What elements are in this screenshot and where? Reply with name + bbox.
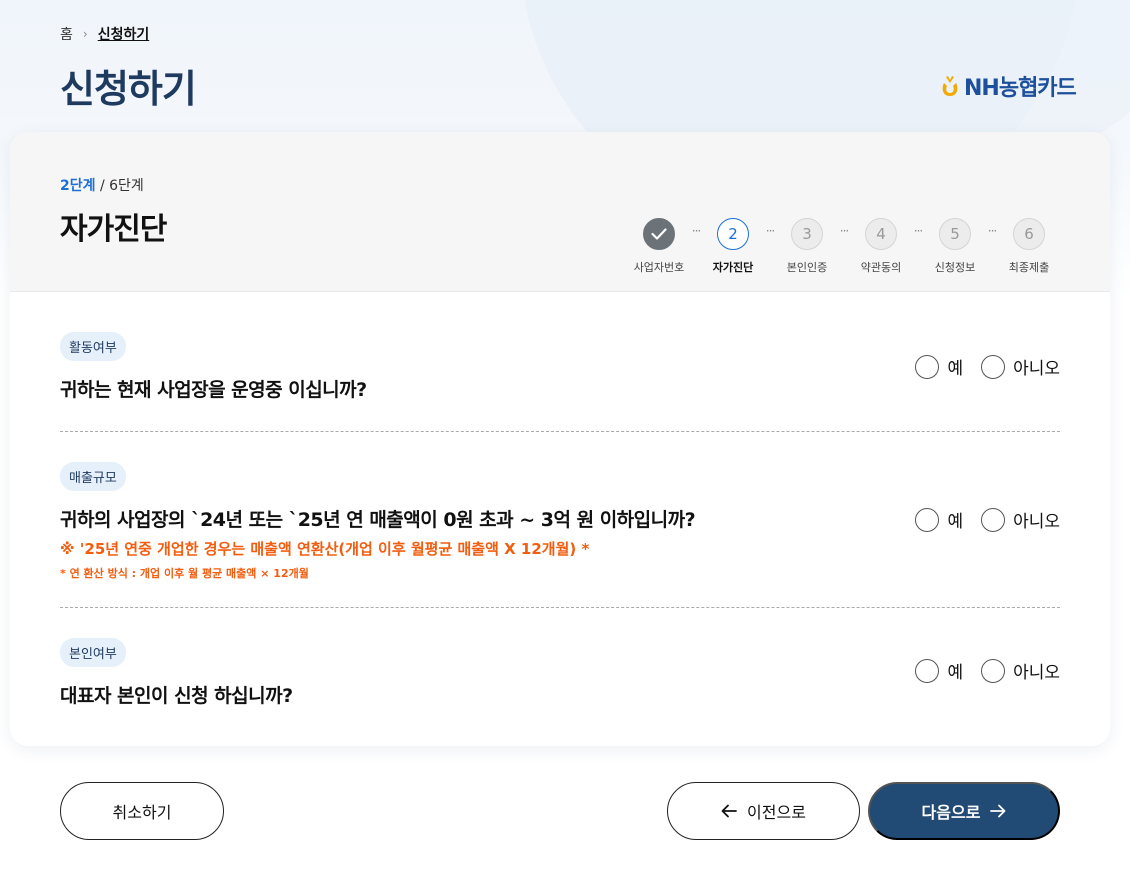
radio-label: 예 xyxy=(947,359,964,379)
radio-circle-icon[interactable] xyxy=(981,658,1006,683)
breadcrumb-separator-icon: › xyxy=(82,27,88,41)
radio-label: 예 xyxy=(947,663,964,683)
answer-options: 예 아니오 xyxy=(915,354,1060,379)
stepper-dots: ··· xyxy=(765,224,775,238)
question-activity: 활동여부 귀하는 현재 사업장을 운영중 이십니까? 예 아니오 xyxy=(60,332,1060,402)
arrow-left-icon xyxy=(721,804,737,818)
question-text: 귀하는 현재 사업장을 운영중 이십니까? xyxy=(60,379,367,401)
stepper-step-3: 3 본인인증 xyxy=(776,218,838,275)
radio-label: 예 xyxy=(947,512,964,532)
question-tag: 본인여부 xyxy=(60,638,126,667)
step-label: 본인인증 xyxy=(786,261,828,274)
cancel-button[interactable]: 취소하기 xyxy=(60,782,224,840)
page-title: 신청하기 xyxy=(60,67,197,111)
stepper-dots: ··· xyxy=(839,224,849,238)
radio-label: 아니오 xyxy=(1013,359,1060,379)
current-step: 2단계 xyxy=(60,178,96,194)
question-tag: 매출규모 xyxy=(60,462,126,491)
radio-no[interactable]: 아니오 xyxy=(981,354,1060,379)
question-text: 귀하의 사업장의 `24년 또는 `25년 연 매출액이 0원 초과 ~ 3억 … xyxy=(60,509,696,531)
application-card: 2단계 / 6단계 자가진단 사업자번호 ··· 2 자가진단 ··· 3 본인… xyxy=(10,132,1110,746)
cancel-button-label: 취소하기 xyxy=(112,805,172,822)
step-title: 자가진단 xyxy=(60,212,167,247)
answer-options: 예 아니오 xyxy=(915,658,1060,683)
divider xyxy=(60,431,1060,432)
radio-circle-icon[interactable] xyxy=(981,507,1006,532)
stepper-step-1: 사업자번호 xyxy=(628,218,690,275)
next-button-label: 다음으로 xyxy=(921,805,981,822)
stepper-step-4: 4 약관동의 xyxy=(850,218,912,275)
breadcrumb-home[interactable]: 홈 xyxy=(60,24,73,44)
radio-circle-icon[interactable] xyxy=(981,354,1006,379)
logo-text: NH농협카드 xyxy=(964,76,1077,101)
previous-button[interactable]: 이전으로 xyxy=(667,782,860,840)
breadcrumb: 홈 › 신청하기 xyxy=(60,24,149,44)
step-1-check-icon xyxy=(643,218,675,250)
arrow-right-icon xyxy=(990,804,1006,818)
step-label: 사업자번호 xyxy=(633,261,685,274)
radio-yes[interactable]: 예 xyxy=(915,354,963,379)
nh-logo-icon xyxy=(942,76,958,96)
stepper-step-6: 6 최종제출 xyxy=(998,218,1060,275)
question-text: 대표자 본인이 신청 하십니까? xyxy=(60,685,293,707)
stepper-step-5: 5 신청정보 xyxy=(924,218,986,275)
radio-yes[interactable]: 예 xyxy=(915,658,963,683)
step-number: 5 xyxy=(939,218,971,250)
radio-circle-icon[interactable] xyxy=(915,658,940,683)
radio-circle-icon[interactable] xyxy=(915,507,940,532)
stepper-dots: ··· xyxy=(913,224,923,238)
radio-no[interactable]: 아니오 xyxy=(981,507,1060,532)
next-button[interactable]: 다음으로 xyxy=(868,782,1060,840)
radio-circle-icon[interactable] xyxy=(915,354,940,379)
step-label: 자가진단 xyxy=(712,261,754,274)
stepper-dots: ··· xyxy=(691,224,701,238)
radio-label: 아니오 xyxy=(1013,663,1060,683)
answer-options: 예 아니오 xyxy=(915,507,1060,532)
step-number: 2 xyxy=(717,218,749,250)
breadcrumb-current[interactable]: 신청하기 xyxy=(98,24,150,44)
nh-card-logo: NH농협카드 xyxy=(940,70,1077,102)
step-number: 4 xyxy=(865,218,897,250)
total-steps: / 6단계 xyxy=(95,178,144,194)
progress-stepper: 사업자번호 ··· 2 자가진단 ··· 3 본인인증 ··· 4 약관동의 ·… xyxy=(628,218,1060,275)
previous-button-label: 이전으로 xyxy=(747,805,806,822)
question-note: ※ '25년 연중 개업한 경우는 매출액 연환산(개업 이후 월평균 매출액 … xyxy=(60,540,590,558)
step-number: 3 xyxy=(791,218,823,250)
radio-label: 아니오 xyxy=(1013,512,1060,532)
radio-yes[interactable]: 예 xyxy=(915,507,963,532)
step-number: 6 xyxy=(1013,218,1045,250)
step-label: 신청정보 xyxy=(934,261,976,274)
question-subnote: * 연 환산 방식 : 개업 이후 월 평균 매출액 × 12개월 xyxy=(60,567,309,580)
step-label: 최종제출 xyxy=(1008,261,1050,274)
card-header: 2단계 / 6단계 자가진단 사업자번호 ··· 2 자가진단 ··· 3 본인… xyxy=(10,132,1110,292)
divider xyxy=(60,607,1060,608)
stepper-step-2: 2 자가진단 xyxy=(702,218,764,275)
question-identity: 본인여부 대표자 본인이 신청 하십니까? 예 아니오 xyxy=(60,638,1060,708)
step-label: 약관동의 xyxy=(860,261,902,274)
question-tag: 활동여부 xyxy=(60,332,126,361)
step-counter: 2단계 / 6단계 xyxy=(60,175,144,195)
stepper-dots: ··· xyxy=(987,224,997,238)
radio-no[interactable]: 아니오 xyxy=(981,658,1060,683)
question-revenue: 매출규모 귀하의 사업장의 `24년 또는 `25년 연 매출액이 0원 초과 … xyxy=(60,462,1060,581)
